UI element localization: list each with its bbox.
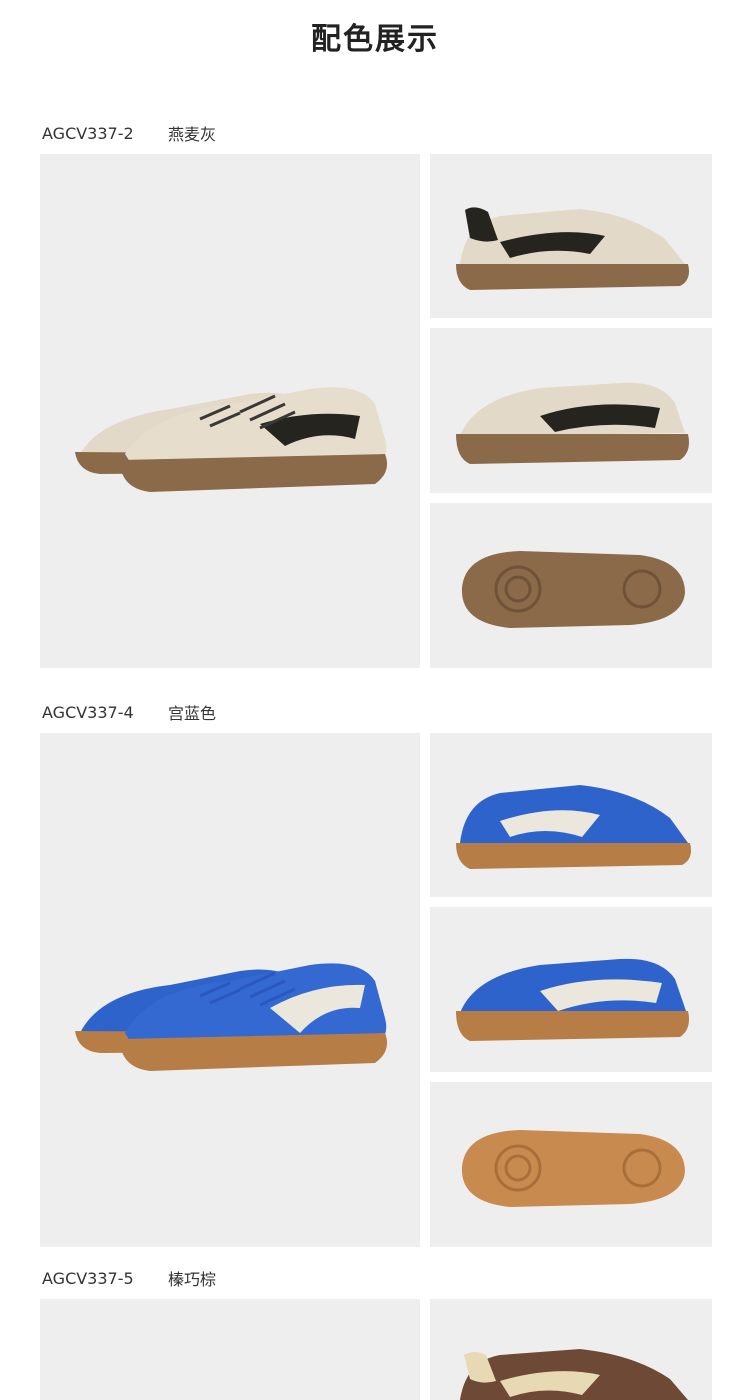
sneaker-pair-image bbox=[75, 963, 388, 1071]
sneaker-outsole-image bbox=[461, 1130, 685, 1207]
sneaker-side-view-image bbox=[456, 207, 689, 290]
sneaker-inner-side-image bbox=[456, 382, 689, 464]
variant-code: AGCV337-2 bbox=[42, 123, 134, 143]
outsole-image[interactable] bbox=[430, 1082, 712, 1247]
variant-label: AGCV337-4 宫蓝色 bbox=[42, 700, 216, 724]
sneaker-side-view-image bbox=[456, 785, 691, 869]
side-view-image[interactable] bbox=[430, 1299, 712, 1400]
side-view-image[interactable] bbox=[430, 154, 712, 318]
variant-label: AGCV337-2 燕麦灰 bbox=[42, 121, 216, 145]
variant-code: AGCV337-5 bbox=[42, 1268, 134, 1288]
sneaker-side-view-image bbox=[460, 1349, 688, 1400]
main-product-image[interactable] bbox=[40, 1299, 420, 1400]
sneaker-pair-image bbox=[75, 387, 388, 492]
variant-code: AGCV337-4 bbox=[42, 702, 134, 722]
variant-color-name: 榛巧棕 bbox=[168, 1270, 217, 1289]
variant-color-name: 燕麦灰 bbox=[168, 125, 217, 144]
main-product-image[interactable] bbox=[40, 733, 420, 1247]
variant-color-name: 宫蓝色 bbox=[168, 704, 217, 723]
page-title: 配色展示 bbox=[311, 22, 439, 57]
side-view-image-2[interactable] bbox=[430, 328, 712, 493]
sneaker-outsole-image bbox=[461, 551, 685, 628]
variant-label: AGCV337-5 榛巧棕 bbox=[42, 1266, 216, 1290]
side-view-image[interactable] bbox=[430, 733, 712, 897]
side-view-image-2[interactable] bbox=[430, 907, 712, 1072]
main-product-image[interactable] bbox=[40, 154, 420, 668]
outsole-image[interactable] bbox=[430, 503, 712, 668]
sneaker-inner-side-image bbox=[456, 958, 689, 1041]
